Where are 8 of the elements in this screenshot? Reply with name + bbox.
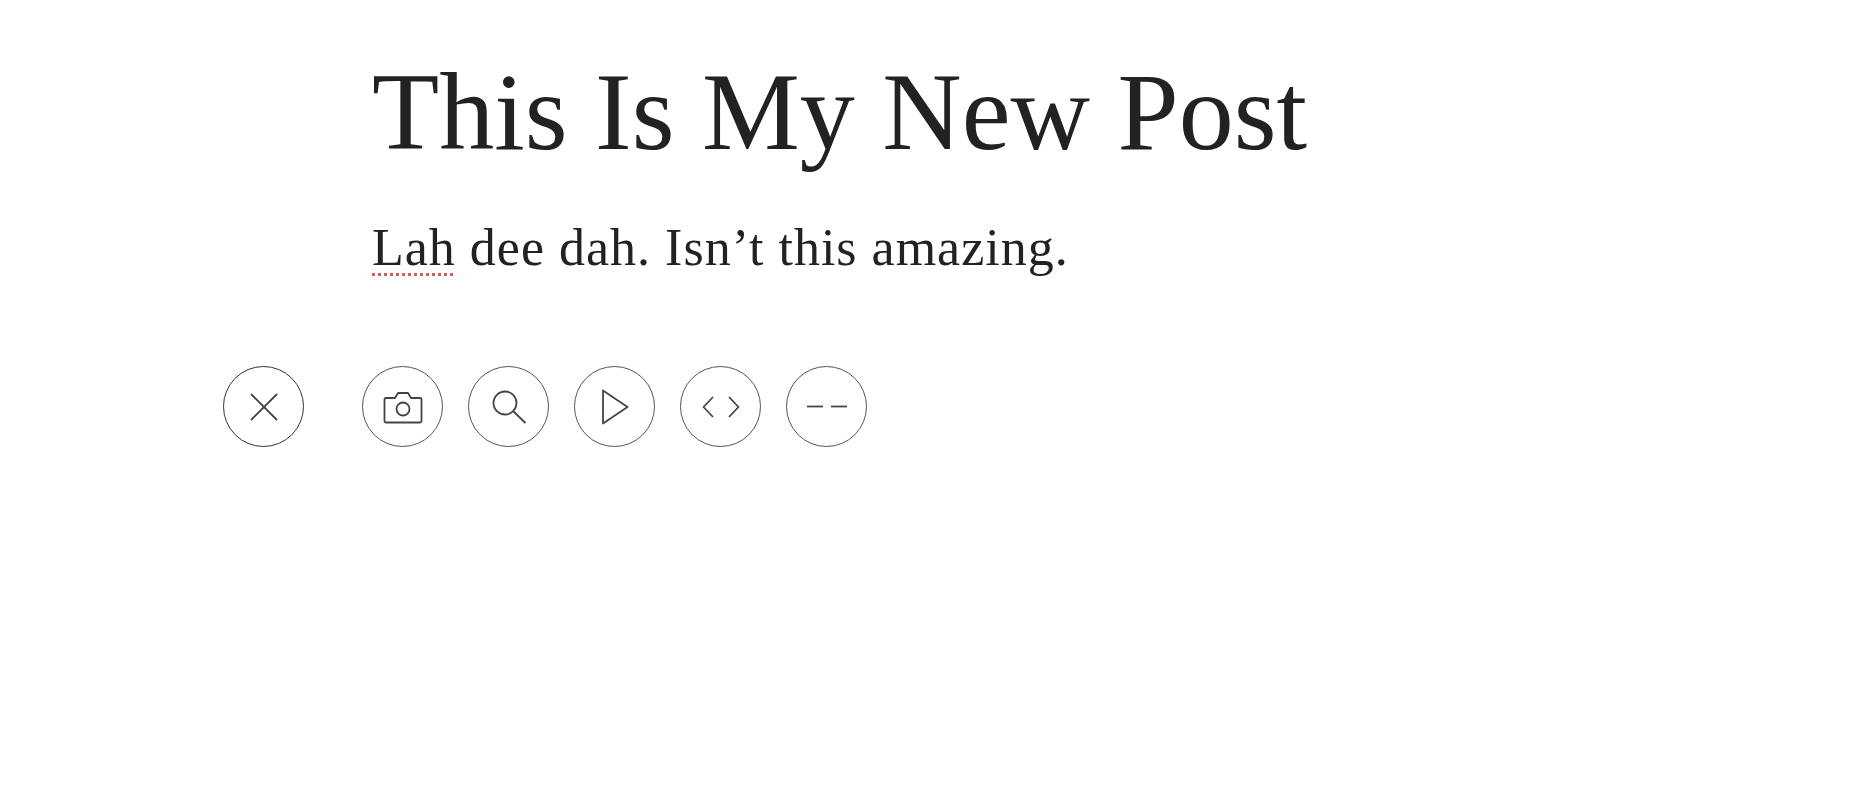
post-body-text: Lah dee dah. Isn’t this amazing.	[372, 218, 1069, 278]
search-icon	[490, 389, 527, 424]
camera-icon	[382, 389, 423, 424]
post-title: This Is My New Post	[372, 51, 1308, 173]
play-icon	[600, 388, 629, 425]
code-brackets-icon	[701, 395, 740, 418]
dashes-icon	[806, 405, 847, 408]
close-icon	[249, 392, 278, 421]
